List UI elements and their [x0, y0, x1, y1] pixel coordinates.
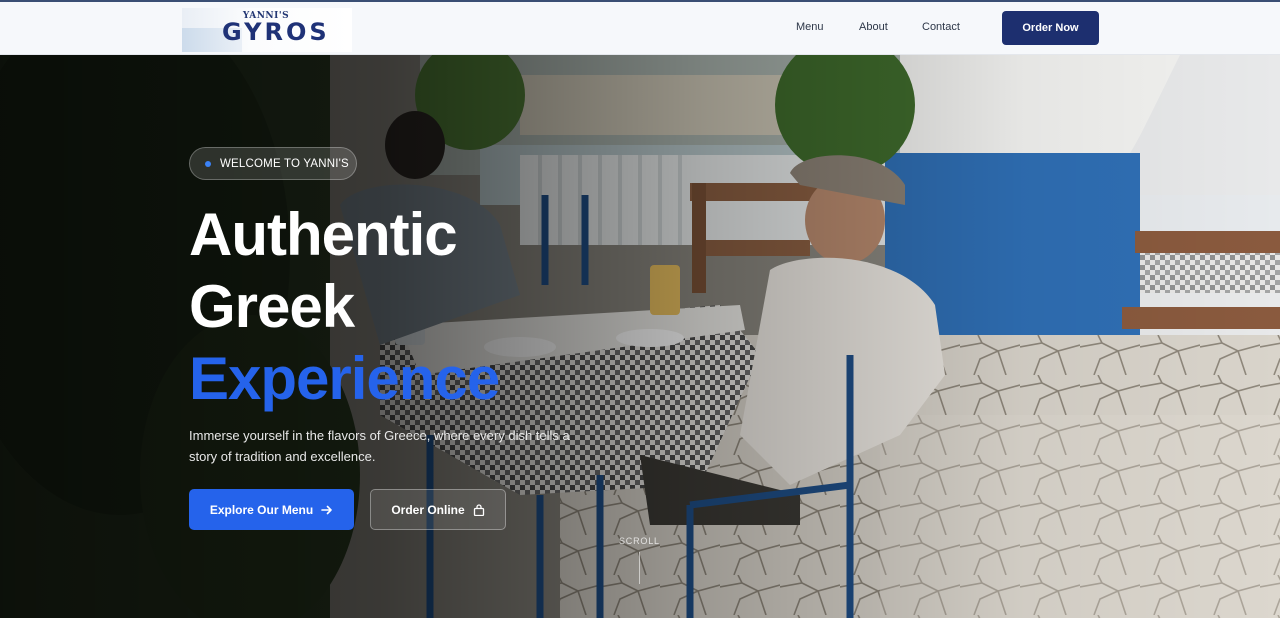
scroll-indicator-line [639, 552, 640, 584]
order-now-button[interactable]: Order Now [1002, 11, 1099, 45]
scroll-indicator-label: SCROLL [619, 536, 660, 546]
header-top-border [0, 0, 1280, 2]
logo[interactable]: YANNI'S GYROS [182, 8, 352, 52]
hero-title-line-2: Greek [189, 273, 355, 340]
shopping-bag-icon [473, 503, 484, 516]
hero-description: Immerse yourself in the flavors of Greec… [189, 428, 570, 464]
explore-menu-button[interactable]: Explore Our Menu [189, 489, 354, 530]
welcome-badge-text: WELCOME TO YANNI'S [220, 157, 349, 170]
order-online-label: Order Online [391, 502, 465, 517]
hero-title-line-1: Authentic [189, 201, 458, 268]
hero-title-line-3: Experience [189, 345, 500, 412]
order-online-button[interactable]: Order Online [370, 489, 506, 530]
nav-menu-link[interactable]: Menu [796, 21, 824, 33]
site-header: YANNI'S GYROS Menu About Contact Order N… [0, 0, 1280, 55]
nav-about-link[interactable]: About [859, 21, 888, 33]
hero-section: WELCOME TO YANNI'S Authentic Greek Exper… [0, 55, 1280, 618]
badge-dot-icon [205, 160, 211, 167]
welcome-badge: WELCOME TO YANNI'S [189, 147, 357, 180]
logo-main-text: GYROS [222, 18, 330, 46]
explore-menu-label: Explore Our Menu [209, 502, 314, 517]
arrow-right-icon [321, 505, 332, 514]
nav-contact-link[interactable]: Contact [922, 21, 960, 33]
